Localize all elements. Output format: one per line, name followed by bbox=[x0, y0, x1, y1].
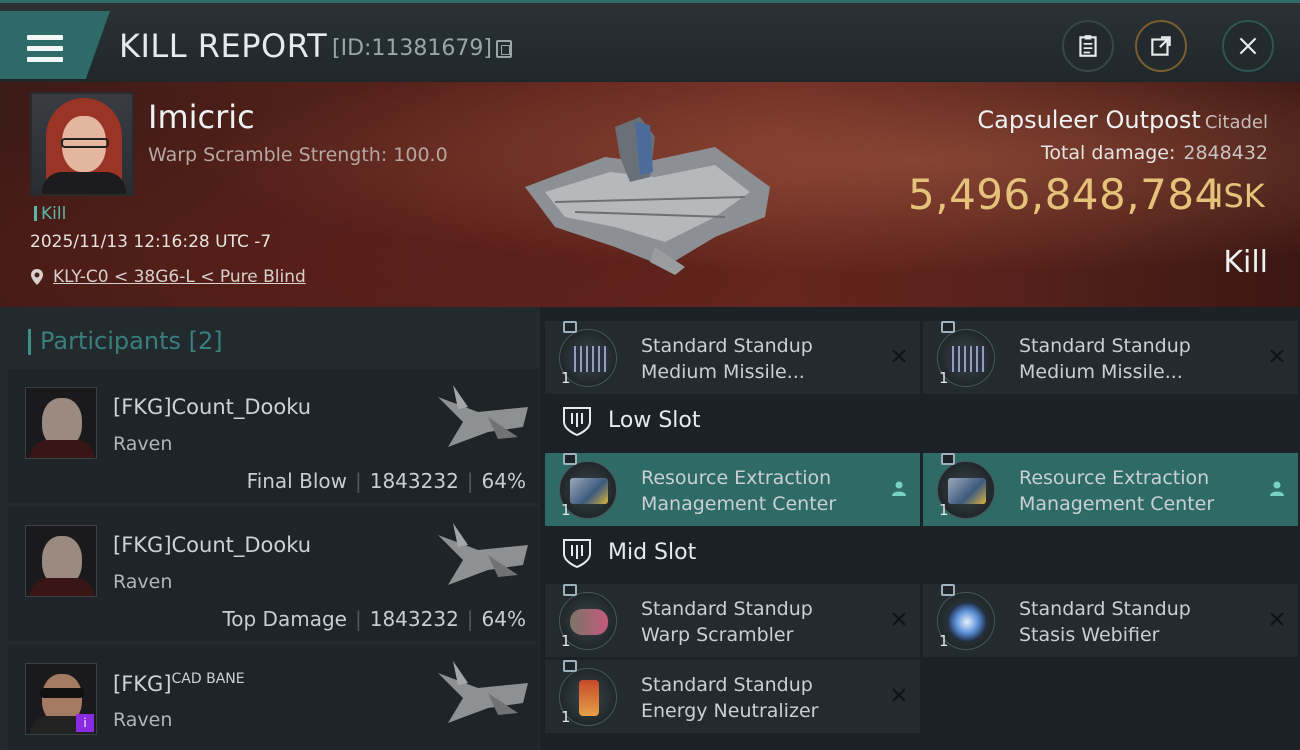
participant-ship: Raven bbox=[113, 709, 173, 731]
module-item[interactable]: 1 Standard Standup Medium Missile... bbox=[545, 321, 920, 394]
location-link[interactable]: KLY-C0 < 38G6-L < Pure Blind bbox=[53, 267, 306, 287]
hamburger-icon bbox=[27, 35, 63, 65]
kill-datetime: 2025/11/13 12:16:28 UTC -7 bbox=[30, 232, 272, 252]
report-id: [ID:11381679] bbox=[332, 36, 492, 61]
share-icon bbox=[1151, 36, 1171, 56]
isk-value: 5,496,848,784 bbox=[908, 170, 1222, 219]
participants-heading: Participants [2] bbox=[28, 327, 223, 355]
ship-icon bbox=[438, 385, 528, 447]
module-qty: 1 bbox=[561, 369, 571, 387]
tier-icon bbox=[563, 321, 577, 333]
participant-avatar[interactable] bbox=[25, 525, 97, 597]
module-name: Standard Standup Medium Missile... bbox=[1019, 335, 1191, 383]
tier-icon bbox=[563, 453, 577, 465]
person-icon bbox=[892, 481, 906, 496]
low-slot-heading: Low Slot bbox=[560, 404, 700, 438]
tier-icon bbox=[563, 584, 577, 596]
tier-icon bbox=[941, 453, 955, 465]
participant-name: [FKG]CAD BANE bbox=[113, 671, 245, 696]
tier-icon bbox=[563, 660, 577, 672]
participants-panel: Participants [2] [FKG]Count_Dooku Raven … bbox=[0, 307, 540, 750]
clipboard-icon bbox=[1079, 35, 1097, 57]
module-name: Resource Extraction Management Center bbox=[641, 467, 837, 515]
menu-button[interactable] bbox=[0, 11, 110, 79]
module-item[interactable]: 1 Standard Standup Warp Scrambler bbox=[545, 584, 920, 657]
destroyed-icon bbox=[892, 688, 906, 702]
module-item[interactable]: 1 Standard Standup Energy Neutralizer bbox=[545, 660, 920, 733]
ship-icon bbox=[438, 661, 528, 723]
destroyed-icon bbox=[892, 349, 906, 363]
victim-detail: Warp Scramble Strength: 100.0 bbox=[148, 144, 448, 166]
participant-ship: Raven bbox=[113, 433, 173, 455]
participant-stats: Top Damage | 1843232 | 64% bbox=[222, 607, 526, 631]
module-qty: 1 bbox=[939, 632, 949, 650]
module-name: Standard Standup Warp Scrambler bbox=[641, 598, 813, 646]
participant-name: [FKG]Count_Dooku bbox=[113, 395, 312, 419]
info-badge: i bbox=[76, 714, 94, 732]
location-pin-icon bbox=[31, 269, 43, 285]
participant-row[interactable]: [FKG]Count_Dooku Raven Top Damage | 184323… bbox=[8, 507, 538, 641]
tier-icon bbox=[941, 321, 955, 333]
participant-avatar[interactable] bbox=[25, 387, 97, 459]
close-button[interactable] bbox=[1222, 20, 1274, 72]
module-qty: 1 bbox=[939, 369, 949, 387]
structure-name: Capsuleer Outpost Citadel bbox=[977, 106, 1268, 134]
module-item[interactable]: 1 Standard Standup Medium Missile... bbox=[923, 321, 1298, 394]
module-item[interactable]: 1 Resource Extraction Management Center bbox=[923, 453, 1298, 526]
participant-ship: Raven bbox=[113, 571, 173, 593]
mid-slot-heading: Mid Slot bbox=[560, 536, 696, 570]
module-name: Standard Standup Medium Missile... bbox=[641, 335, 813, 383]
module-item[interactable]: 1 Standard Standup Stasis Webifier bbox=[923, 584, 1298, 657]
participant-avatar[interactable]: i bbox=[25, 663, 97, 735]
person-icon bbox=[1270, 481, 1284, 496]
module-qty: 1 bbox=[561, 708, 571, 726]
tier-icon bbox=[941, 584, 955, 596]
isk-unit: ISK bbox=[1214, 177, 1265, 215]
share-button[interactable] bbox=[1135, 20, 1187, 72]
clipboard-button[interactable] bbox=[1062, 20, 1114, 72]
module-name: Standard Standup Stasis Webifier bbox=[1019, 598, 1191, 646]
close-icon bbox=[1239, 37, 1257, 55]
participant-row[interactable]: i [FKG]CAD BANE Raven bbox=[8, 645, 538, 750]
fitting-panel: 1 Standard Standup Medium Missile... 1 St… bbox=[540, 307, 1300, 750]
destroyed-icon bbox=[1270, 612, 1284, 626]
victim-name[interactable]: Imicric bbox=[148, 98, 255, 136]
module-item[interactable]: 1 Resource Extraction Management Center bbox=[545, 453, 920, 526]
structure-image bbox=[525, 117, 770, 275]
ship-icon bbox=[438, 523, 528, 585]
module-qty: 1 bbox=[561, 632, 571, 650]
mid-slot-icon bbox=[563, 539, 591, 569]
total-damage: Total damage: 2848432 bbox=[1040, 142, 1268, 164]
destroyed-icon bbox=[892, 612, 906, 626]
page-title: KILL REPORT bbox=[119, 27, 328, 65]
victim-avatar[interactable] bbox=[30, 92, 134, 196]
module-qty: 1 bbox=[561, 501, 571, 519]
destroyed-icon bbox=[1270, 349, 1284, 363]
structure-class: Citadel bbox=[1204, 112, 1268, 133]
participant-name: [FKG]Count_Dooku bbox=[113, 533, 312, 557]
low-slot-icon bbox=[563, 407, 591, 437]
result-tag: Kill bbox=[34, 204, 66, 224]
participant-row[interactable]: [FKG]Count_Dooku Raven Final Blow | 184323… bbox=[8, 369, 538, 503]
module-name: Resource Extraction Management Center bbox=[1019, 467, 1215, 515]
participant-stats: Final Blow | 1843232 | 64% bbox=[246, 469, 526, 493]
copy-icon[interactable] bbox=[496, 40, 512, 58]
header-bar: KILL REPORT [ID:11381679] bbox=[0, 0, 1300, 82]
victim-banner: Imicric Warp Scramble Strength: 100.0 Ki… bbox=[0, 82, 1300, 307]
module-qty: 1 bbox=[939, 501, 949, 519]
outcome-label: Kill bbox=[1223, 245, 1268, 280]
module-name: Standard Standup Energy Neutralizer bbox=[641, 674, 819, 722]
